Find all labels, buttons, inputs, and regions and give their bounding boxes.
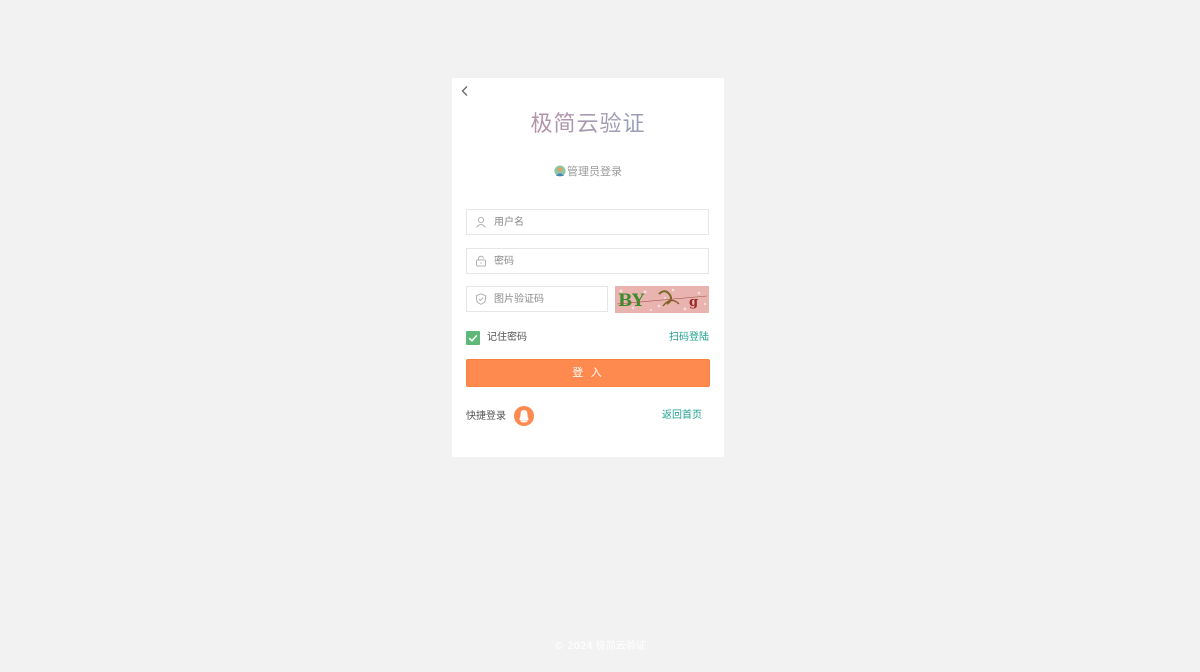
login-page: 极简云验证 管理员登录 用户名 图片验证码 BY g 记住密码 扫码登陆 登 入… bbox=[0, 0, 1200, 672]
lock-icon bbox=[476, 255, 486, 267]
back-button[interactable] bbox=[458, 84, 472, 98]
captcha-image[interactable]: BY g bbox=[615, 286, 709, 313]
quick-login-label: 快捷登录 bbox=[466, 411, 506, 422]
shield-icon bbox=[476, 293, 486, 305]
chevron-left-icon bbox=[461, 86, 468, 96]
password-input[interactable] bbox=[494, 249, 694, 273]
app-title: 极简云验证 bbox=[452, 110, 724, 140]
username-input[interactable] bbox=[494, 210, 694, 234]
remember-checkbox[interactable] bbox=[466, 331, 480, 345]
subtitle-text: 管理员登录 bbox=[567, 165, 622, 178]
captcha-text: BY bbox=[618, 291, 645, 311]
login-button[interactable]: 登 入 bbox=[466, 359, 710, 387]
user-icon bbox=[476, 216, 486, 228]
qq-login-button[interactable] bbox=[514, 406, 534, 426]
qr-login-link[interactable]: 扫码登陆 bbox=[669, 331, 709, 345]
check-icon bbox=[468, 334, 478, 342]
remember-label: 记住密码 bbox=[487, 332, 527, 343]
login-subtitle: 管理员登录 bbox=[452, 165, 724, 179]
qq-penguin-icon bbox=[519, 410, 529, 423]
captcha-graphic: BY g bbox=[615, 286, 709, 313]
password-field bbox=[466, 248, 709, 274]
username-field bbox=[466, 209, 709, 235]
copyright-footer: © 2024 极简云验证 bbox=[554, 641, 646, 652]
captcha-field bbox=[466, 286, 608, 312]
admin-avatar-icon bbox=[554, 165, 566, 177]
login-card: 极简云验证 管理员登录 用户名 图片验证码 BY g 记住密码 扫码登陆 登 入… bbox=[452, 78, 724, 457]
captcha-input[interactable] bbox=[494, 287, 604, 311]
back-home-link[interactable]: 返回首页 bbox=[662, 409, 702, 423]
